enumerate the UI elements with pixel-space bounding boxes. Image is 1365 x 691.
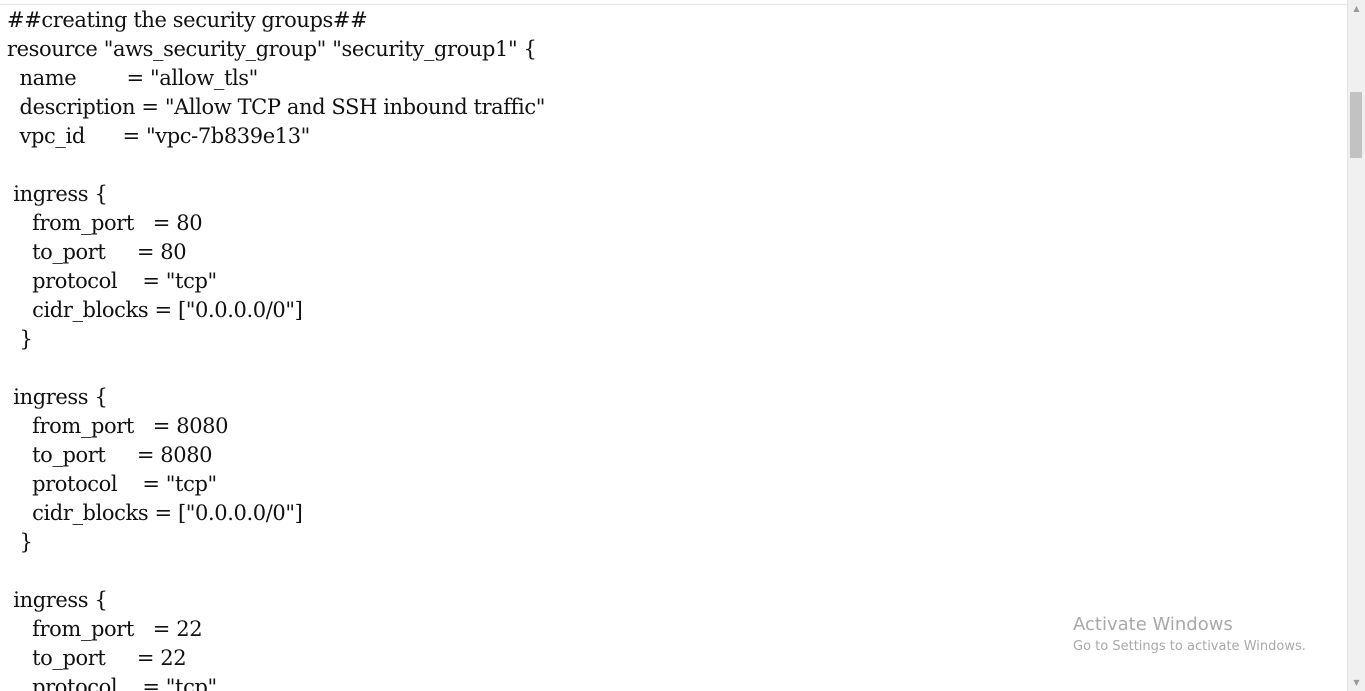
code-line: name = "allow_tls" [7,66,259,90]
code-line: } [7,327,33,351]
code-line: protocol = "tcp" [7,675,217,691]
code-line: from_port = 80 [7,211,203,235]
scroll-up-arrow-icon[interactable]: ▲ [1348,0,1365,17]
watermark-title: Activate Windows [1073,614,1233,635]
code-line: to_port = 80 [7,240,187,264]
code-line: description = "Allow TCP and SSH inbound… [7,95,546,119]
code-line: ingress { [7,385,108,409]
top-border [0,0,1348,5]
code-line: ingress { [7,588,108,612]
code-line: cidr_blocks = ["0.0.0.0/0"] [7,298,303,322]
code-line: from_port = 22 [7,617,203,641]
code-line: to_port = 22 [7,646,187,670]
code-line: vpc_id = "vpc-7b839e13" [7,124,311,148]
watermark-subtitle: Go to Settings to activate Windows. [1073,639,1306,654]
text-editor-window: ##creating the security groups## resourc… [0,0,1365,691]
vertical-scrollbar[interactable]: ▲ ▼ [1347,0,1365,691]
code-line: from_port = 8080 [7,414,229,438]
code-line: protocol = "tcp" [7,472,217,496]
code-line: cidr_blocks = ["0.0.0.0/0"] [7,501,303,525]
code-line: protocol = "tcp" [7,269,217,293]
code-line: ingress { [7,182,108,206]
code-editor[interactable]: ##creating the security groups## resourc… [0,6,1348,691]
activate-windows-watermark: Activate Windows Go to Settings to activ… [1073,613,1306,657]
scroll-down-arrow-icon[interactable]: ▼ [1348,674,1365,691]
code-line: ##creating the security groups## [7,8,368,32]
code-line: to_port = 8080 [7,443,213,467]
code-line: } [7,530,33,554]
code-line: resource "aws_security_group" "security_… [7,37,537,61]
scroll-thumb[interactable] [1350,92,1362,158]
